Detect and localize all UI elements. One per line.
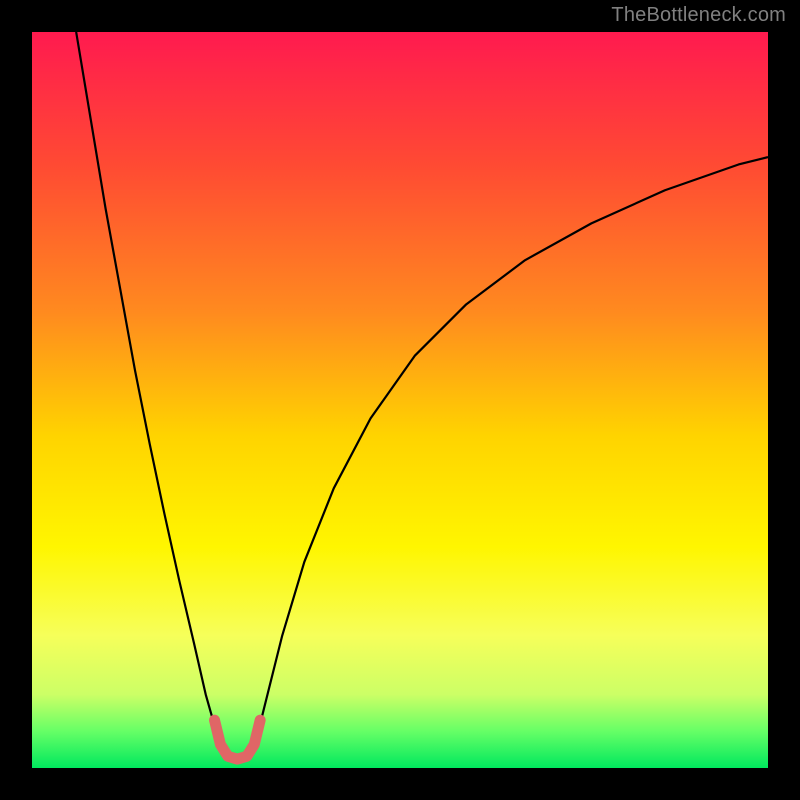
chart-frame: TheBottleneck.com <box>0 0 800 800</box>
watermark-text: TheBottleneck.com <box>611 4 786 27</box>
bottleneck-chart <box>0 0 800 800</box>
gradient-background <box>32 32 768 768</box>
